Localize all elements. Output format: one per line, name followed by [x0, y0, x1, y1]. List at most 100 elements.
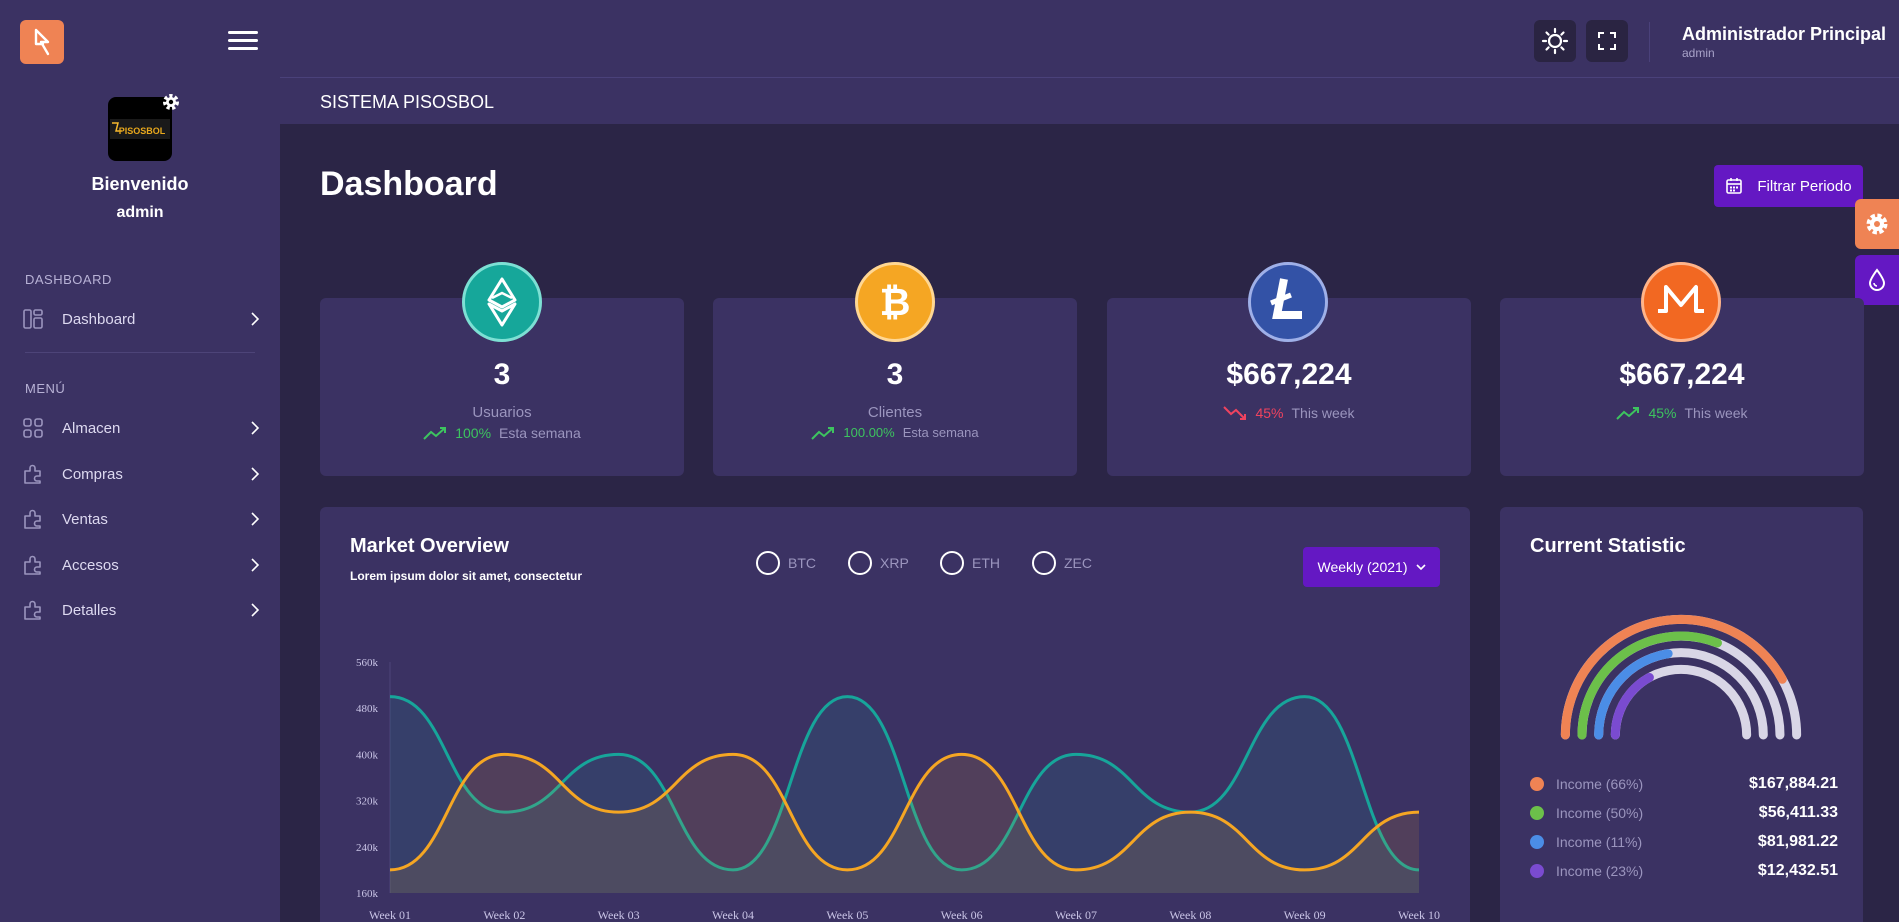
system-title: SISTEMA PISOSBOL: [320, 92, 495, 112]
sidebar-item-almacen[interactable]: Almacen: [22, 413, 262, 443]
sidebar-item-dashboard[interactable]: Dashboard: [22, 304, 262, 334]
card-value: 3: [886, 358, 904, 391]
avatar-settings-icon[interactable]: [161, 92, 181, 112]
x-tick-label: Week 09: [1284, 908, 1326, 922]
y-tick-label: 560k: [356, 657, 379, 669]
filter-period-label: Filtrar Periodo: [1757, 177, 1852, 195]
chevron-right-icon: [251, 558, 260, 572]
chevron-right-icon: [251, 421, 260, 435]
sun-icon: [1541, 27, 1569, 55]
x-tick-label: Week 04: [712, 908, 754, 922]
chevron-right-icon: [251, 312, 260, 326]
x-tick-label: Week 03: [598, 908, 640, 922]
statistic-row: Income (11%) $81,981.22: [1530, 833, 1838, 851]
filter-period-button[interactable]: Filtrar Periodo: [1714, 165, 1863, 207]
card-trend: 100.00% Esta semana: [713, 425, 1077, 440]
layout-icon: [23, 309, 43, 329]
trend-up-icon: [1616, 407, 1640, 420]
statistic-title: Current Statistic: [1530, 535, 1686, 557]
y-tick-label: 480k: [356, 703, 379, 715]
app-logo[interactable]: [20, 20, 64, 64]
user-name[interactable]: Administrador Principal: [1682, 24, 1886, 45]
settings-panel-button[interactable]: [1855, 199, 1899, 249]
card-value: 3: [493, 358, 511, 391]
sidebar-item-compras[interactable]: Compras: [22, 459, 262, 489]
puzzle-icon: [24, 509, 41, 529]
ethereum-classic-icon: [462, 262, 542, 342]
market-chart: 160k 240k 320k 400k 480k 560k Week 01 Week 02 We…: [356, 657, 1440, 922]
fullscreen-button[interactable]: [1586, 20, 1628, 62]
gear-icon: [1866, 213, 1888, 235]
statistic-row: Income (50%) $56,411.33: [1530, 804, 1838, 822]
sidebar-item-label: Compras: [62, 465, 123, 483]
user-role: admin: [1682, 46, 1715, 60]
legend-dot: [1530, 806, 1544, 820]
card-trend: 100% Esta semana: [320, 425, 684, 441]
sidebar-item-label: Detalles: [62, 601, 117, 619]
lightning-logo-icon: [34, 28, 50, 56]
svg-text:PISOSBOL: PISOSBOL: [119, 126, 166, 136]
card-value: $667,224: [1619, 358, 1745, 391]
trend-up-icon: [423, 427, 447, 440]
gauge-track: [1610, 664, 1752, 740]
color-theme-button[interactable]: [1855, 255, 1899, 305]
legend-dot: [1530, 864, 1544, 878]
market-overview-panel: Market Overview Lorem ipsum dolor sit am…: [320, 507, 1470, 922]
chevron-right-icon: [251, 603, 260, 617]
y-tick-label: 240k: [356, 842, 379, 854]
card-value: $667,224: [1226, 358, 1352, 391]
litecoin-icon: [1248, 262, 1328, 342]
x-tick-label: Week 01: [369, 908, 411, 922]
theme-toggle-button[interactable]: [1534, 20, 1576, 62]
y-tick-label: 400k: [356, 749, 379, 761]
y-tick-label: 320k: [356, 796, 379, 808]
puzzle-icon: [24, 555, 41, 575]
sidebar-item-label: Ventas: [62, 510, 108, 528]
menu-toggle-button[interactable]: [228, 28, 258, 54]
x-tick-label: Week 02: [483, 908, 525, 922]
system-bar: SISTEMA PISOSBOL: [280, 78, 1899, 124]
x-tick-label: Week 08: [1169, 908, 1211, 922]
welcome-username: admin: [116, 204, 164, 221]
x-tick-label: Week 05: [826, 908, 868, 922]
monero-icon: [1641, 262, 1721, 342]
sidebar-item-accesos[interactable]: Accesos: [22, 550, 262, 580]
statistic-row: Income (23%) $12,432.51: [1530, 862, 1838, 880]
sidebar: PISOSBOL Bienvenido admin DASHBOARD Dash…: [0, 0, 280, 922]
header-divider: [1649, 22, 1650, 62]
card-label: Clientes: [867, 404, 923, 421]
top-bar: [280, 0, 1899, 78]
droplet-icon: [1868, 268, 1886, 291]
card-trend: 45% This week: [1500, 405, 1864, 421]
sidebar-item-label: Accesos: [62, 556, 119, 574]
svg-text:₿: ₿: [880, 282, 911, 324]
grid-icon: [23, 418, 43, 438]
current-statistic-panel: Current Statistic Income (66%) $167,884.2…: [1500, 507, 1863, 922]
chevron-right-icon: [251, 467, 260, 481]
y-tick-label: 160k: [356, 888, 379, 900]
fullscreen-icon: [1598, 32, 1616, 50]
x-tick-label: Week 06: [941, 908, 983, 922]
sidebar-item-label: Almacen: [62, 419, 121, 437]
card-label: Usuarios: [472, 404, 532, 421]
card-trend: 45% This week: [1107, 405, 1471, 421]
sidebar-item-label: Dashboard: [62, 310, 136, 328]
x-tick-label: Week 07: [1055, 908, 1097, 922]
chevron-right-icon: [251, 512, 260, 526]
sidebar-item-ventas[interactable]: Ventas: [22, 504, 262, 534]
section-label-menu: MENÚ: [25, 381, 66, 396]
page-title: Dashboard: [320, 165, 498, 203]
calendar-icon: [1726, 178, 1743, 194]
sidebar-divider: [25, 352, 255, 353]
legend-dot: [1530, 835, 1544, 849]
bitcoin-icon: ₿: [855, 262, 935, 342]
trend-up-icon: [811, 426, 835, 440]
puzzle-icon: [24, 600, 41, 620]
welcome-text: Bienvenido: [91, 174, 189, 194]
section-label-dashboard: DASHBOARD: [25, 272, 112, 287]
legend-dot: [1530, 777, 1544, 791]
statistic-row: Income (66%) $167,884.21: [1530, 775, 1838, 793]
trend-down-icon: [1223, 406, 1247, 420]
x-tick-label: Week 10: [1398, 908, 1440, 922]
sidebar-item-detalles[interactable]: Detalles: [22, 595, 262, 625]
